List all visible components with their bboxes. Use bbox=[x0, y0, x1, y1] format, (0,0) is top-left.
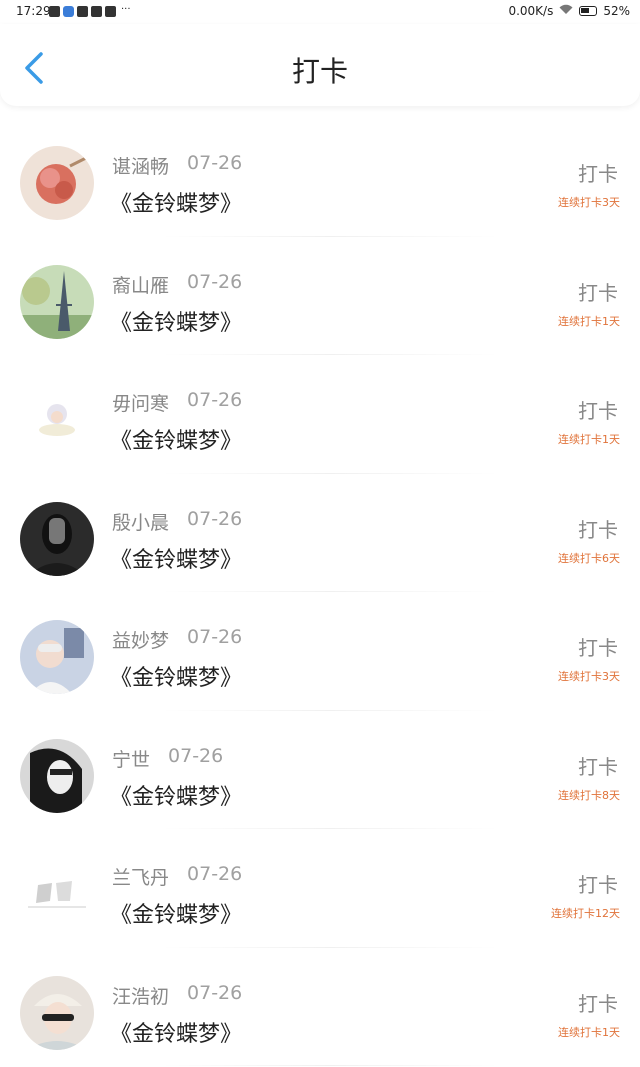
status-bar: 17:29 ··· 0.00K/s 52% bbox=[0, 0, 640, 24]
avatar[interactable] bbox=[20, 264, 94, 339]
avatar[interactable] bbox=[20, 620, 94, 694]
battery-level: 52% bbox=[603, 4, 630, 18]
user-name[interactable]: 汪浩初 bbox=[112, 982, 169, 1009]
checkin-date: 07-26 bbox=[187, 626, 243, 648]
battery-icon bbox=[579, 6, 598, 16]
checkin-button[interactable]: 打卡 bbox=[578, 869, 618, 898]
book-title[interactable]: 《金铃蝶梦》 bbox=[110, 779, 242, 811]
checkin-row[interactable]: 毋问寒 07-26 《金铃蝶梦》 打卡 连续打卡1天 bbox=[0, 355, 640, 474]
checkin-button[interactable]: 打卡 bbox=[578, 751, 618, 780]
book-title[interactable]: 《金铃蝶梦》 bbox=[110, 1016, 242, 1048]
book-title[interactable]: 《金铃蝶梦》 bbox=[110, 186, 242, 218]
book-title[interactable]: 《金铃蝶梦》 bbox=[110, 660, 242, 692]
avatar[interactable] bbox=[20, 857, 94, 931]
checkin-row[interactable]: 汪浩初 07-26 《金铃蝶梦》 打卡 连续打卡1天 bbox=[0, 948, 640, 1066]
streak-label: 连续打卡1天 bbox=[558, 433, 620, 446]
user-name[interactable]: 裔山雁 bbox=[112, 271, 169, 298]
app-notification-icon bbox=[63, 6, 74, 17]
notification-icon bbox=[49, 6, 60, 17]
book-title[interactable]: 《金铃蝶梦》 bbox=[110, 305, 242, 337]
book-title[interactable]: 《金铃蝶梦》 bbox=[110, 897, 242, 929]
user-meta: 谌涵畅 07-26 bbox=[112, 152, 242, 179]
streak-label: 连续打卡3天 bbox=[558, 670, 620, 683]
user-name[interactable]: 兰飞丹 bbox=[112, 863, 169, 890]
checkin-row[interactable]: 兰飞丹 07-26 《金铃蝶梦》 打卡 连续打卡12天 bbox=[0, 829, 640, 948]
book-title[interactable]: 《金铃蝶梦》 bbox=[110, 542, 242, 574]
more-notifications-icon: ··· bbox=[121, 4, 131, 15]
user-meta: 宁世 07-26 bbox=[112, 745, 223, 772]
user-name[interactable]: 谌涵畅 bbox=[112, 152, 169, 179]
checkin-date: 07-26 bbox=[187, 981, 243, 1004]
checkin-button[interactable]: 打卡 bbox=[578, 277, 618, 306]
avatar[interactable] bbox=[20, 146, 94, 220]
user-meta: 毋问寒 07-26 bbox=[112, 389, 242, 416]
checkin-row[interactable]: 宁世 07-26 《金铃蝶梦》 打卡 连续打卡8天 bbox=[0, 711, 640, 829]
book-title[interactable]: 《金铃蝶梦》 bbox=[110, 423, 242, 455]
app-header: 打卡 bbox=[0, 24, 640, 106]
avatar[interactable] bbox=[20, 975, 94, 1050]
user-meta: 裔山雁 07-26 bbox=[112, 271, 242, 298]
wifi-icon bbox=[559, 4, 573, 18]
checkin-row[interactable]: 益妙梦 07-26 《金铃蝶梦》 打卡 连续打卡3天 bbox=[0, 592, 640, 711]
network-speed: 0.00K/s bbox=[508, 4, 554, 18]
streak-label: 连续打卡12天 bbox=[551, 907, 620, 920]
notification-icon bbox=[105, 6, 116, 17]
avatar[interactable] bbox=[20, 383, 94, 457]
checkin-date: 07-26 bbox=[187, 863, 243, 885]
notification-icon bbox=[77, 6, 88, 17]
checkin-row[interactable]: 裔山雁 07-26 《金铃蝶梦》 打卡 连续打卡1天 bbox=[0, 237, 640, 355]
user-meta: 殷小晨 07-26 bbox=[112, 508, 242, 535]
checkin-button[interactable]: 打卡 bbox=[578, 158, 618, 187]
streak-label: 连续打卡1天 bbox=[558, 1025, 620, 1039]
notification-icon bbox=[91, 6, 102, 17]
checkin-row[interactable]: 谌涵畅 07-26 《金铃蝶梦》 打卡 连续打卡3天 bbox=[0, 118, 640, 237]
checkin-button[interactable]: 打卡 bbox=[578, 395, 618, 424]
streak-label: 连续打卡3天 bbox=[558, 196, 620, 209]
user-name[interactable]: 宁世 bbox=[112, 745, 150, 772]
checkin-button[interactable]: 打卡 bbox=[578, 514, 618, 543]
checkin-list: 谌涵畅 07-26 《金铃蝶梦》 打卡 连续打卡3天 裔山雁 07-26 《金铃… bbox=[0, 118, 640, 1066]
user-name[interactable]: 益妙梦 bbox=[112, 626, 169, 653]
streak-label: 连续打卡6天 bbox=[558, 551, 620, 565]
checkin-date: 07-26 bbox=[187, 152, 243, 174]
page-title: 打卡 bbox=[291, 55, 348, 88]
checkin-button[interactable]: 打卡 bbox=[578, 988, 618, 1017]
checkin-date: 07-26 bbox=[187, 507, 243, 530]
divider bbox=[160, 1065, 500, 1066]
streak-label: 连续打卡8天 bbox=[558, 788, 620, 802]
checkin-date: 07-26 bbox=[187, 270, 243, 293]
checkin-row[interactable]: 殷小晨 07-26 《金铃蝶梦》 打卡 连续打卡6天 bbox=[0, 474, 640, 592]
user-name[interactable]: 殷小晨 bbox=[112, 508, 169, 535]
user-name[interactable]: 毋问寒 bbox=[112, 389, 169, 416]
streak-label: 连续打卡1天 bbox=[558, 314, 620, 328]
checkin-button[interactable]: 打卡 bbox=[578, 632, 618, 661]
checkin-date: 07-26 bbox=[168, 744, 224, 767]
user-meta: 兰飞丹 07-26 bbox=[112, 863, 242, 890]
notification-icons: ··· bbox=[49, 4, 131, 17]
user-meta: 汪浩初 07-26 bbox=[112, 982, 242, 1009]
avatar[interactable] bbox=[20, 738, 94, 813]
avatar[interactable] bbox=[20, 501, 94, 576]
checkin-date: 07-26 bbox=[187, 389, 243, 411]
user-meta: 益妙梦 07-26 bbox=[112, 626, 242, 653]
status-time: 17:29 bbox=[16, 4, 51, 18]
